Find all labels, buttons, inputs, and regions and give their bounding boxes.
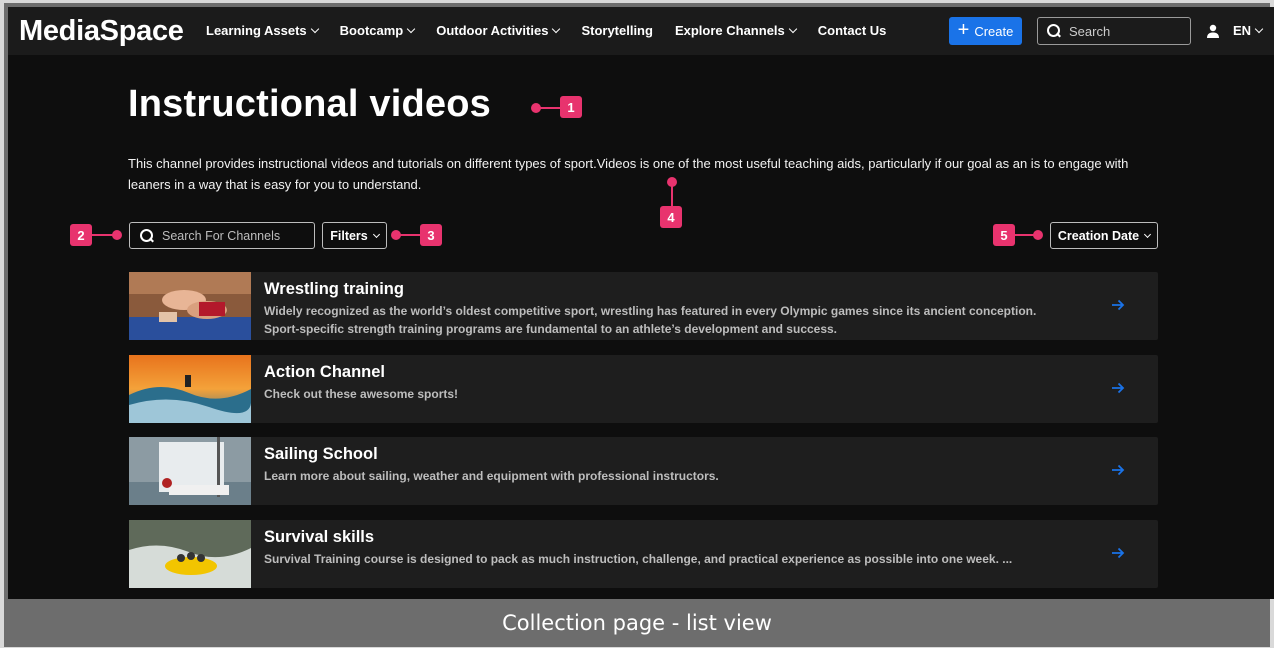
search-icon [1047,24,1061,38]
nav-bootcamp[interactable]: Bootcamp [339,23,416,38]
nav-label: Explore Channels [674,23,785,38]
channel-description: This channel provides instructional vide… [128,156,1129,192]
nav-label: Outdoor Activities [436,23,549,38]
channel-description: Learn more about sailing, weather and eq… [264,469,719,483]
channel-description: Widely recognized as the world’s oldest … [264,304,1037,336]
chevron-down-icon [788,24,798,34]
arrow-right-icon[interactable] [1111,381,1125,395]
sort-dropdown[interactable]: Creation Date [1050,222,1158,249]
filters-button[interactable]: Filters [322,222,387,249]
nav-explore-channels[interactable]: Explore Channels [674,23,798,38]
chevron-down-icon [1254,24,1264,34]
nav-outdoor-activities[interactable]: Outdoor Activities [436,23,561,38]
channel-title[interactable]: Action Channel [264,363,385,382]
global-search-input[interactable]: Search [1037,17,1191,45]
nav-contact-us[interactable]: Contact Us [818,23,887,38]
mediaspace-logo[interactable]: MediaSpace [19,15,184,48]
annotation-marker-1: 1 [560,96,582,118]
top-navigation-bar: MediaSpace Learning Assets Bootcamp Outd… [8,7,1274,55]
arrow-right-icon[interactable] [1111,298,1125,312]
nav-label: Storytelling [581,23,653,38]
image-caption: Collection page - list view [4,599,1270,647]
create-label: Create [974,23,1014,39]
plus-icon: + [957,19,970,41]
nav-label: Contact Us [817,23,887,38]
chevron-down-icon [552,24,561,34]
nav-label: Learning Assets [206,23,307,38]
arrow-right-icon[interactable] [1111,463,1125,477]
chevron-down-icon [1144,230,1152,238]
filters-label: Filters [330,228,368,243]
channel-title[interactable]: Wrestling training [264,280,404,299]
annotation-line [398,234,420,236]
screenshot-frame: MediaSpace Learning Assets Bootcamp Outd… [0,0,1274,648]
language-label: EN [1233,23,1252,38]
annotation-marker-4: 4 [660,206,682,228]
app-window: MediaSpace Learning Assets Bootcamp Outd… [8,7,1274,599]
nav-learning-assets[interactable]: Learning Assets [206,23,319,38]
rafting-thumbnail [129,520,251,588]
search-channels-input[interactable]: Search For Channels [129,222,315,249]
channel-card-wrestling[interactable]: Wrestling training Widely recognized as … [129,272,1158,340]
page-title: Instructional videos [128,83,491,125]
annotation-marker-2: 2 [70,224,92,246]
sort-label: Creation Date [1057,228,1140,243]
chevron-down-icon [406,24,416,34]
annotation-dot [1033,230,1043,240]
annotation-dot [112,230,122,240]
annotation-marker-5: 5 [993,224,1015,246]
channel-description: Check out these awesome sports! [264,387,459,401]
channel-description: Survival Training course is designed to … [264,552,1013,566]
chevron-down-icon [372,230,380,238]
search-placeholder: Search For Channels [162,228,281,243]
annotation-line [671,184,673,208]
nav-label: Bootcamp [339,23,404,38]
wrestling-thumbnail [129,272,251,340]
nav-storytelling[interactable]: Storytelling [581,23,653,38]
search-icon [140,228,154,243]
user-icon[interactable] [1206,24,1220,38]
channel-title[interactable]: Survival skills [264,528,374,547]
sailing-thumbnail [129,437,251,505]
create-button[interactable]: + Create [949,17,1022,45]
chevron-down-icon [310,24,319,34]
channel-card-action[interactable]: Action Channel Check out these awesome s… [129,355,1158,423]
channel-title[interactable]: Sailing School [264,445,378,464]
annotation-marker-3: 3 [420,224,442,246]
main-nav: Learning Assets Bootcamp Outdoor Activit… [206,23,908,38]
surfing-thumbnail [129,355,251,423]
channel-card-survival[interactable]: Survival skills Survival Training course… [129,520,1158,588]
arrow-right-icon[interactable] [1111,546,1125,560]
language-selector[interactable]: EN [1233,23,1264,38]
annotation-line [538,107,560,109]
search-placeholder: Search [1069,23,1111,39]
channel-card-sailing[interactable]: Sailing School Learn more about sailing,… [129,437,1158,505]
